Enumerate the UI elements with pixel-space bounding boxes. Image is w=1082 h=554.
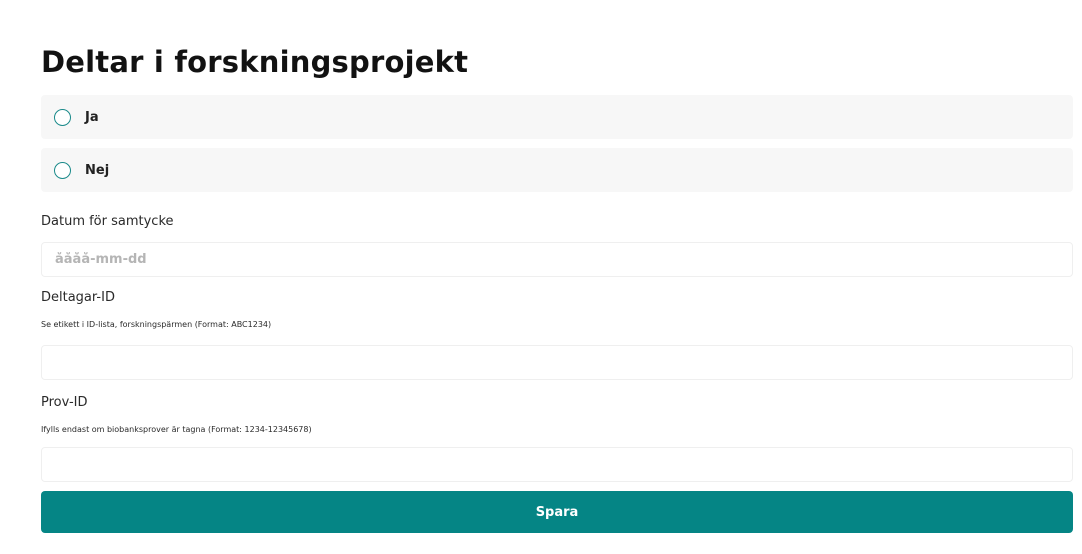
radio-button-nej[interactable]: [54, 161, 71, 179]
form-page: Deltar i forskningsprojekt Ja Nej Datum …: [0, 0, 1082, 554]
participant-id-label: Deltagar-ID: [41, 290, 115, 305]
radio-option-ja[interactable]: Ja: [41, 95, 1073, 139]
radio-button-ja[interactable]: [54, 108, 71, 126]
consent-date-input[interactable]: [41, 242, 1073, 277]
sample-id-input[interactable]: [41, 447, 1073, 482]
participant-id-input[interactable]: [41, 345, 1073, 380]
page-title: Deltar i forskningsprojekt: [41, 45, 469, 79]
consent-date-label: Datum för samtycke: [41, 214, 174, 229]
radio-label-nej: Nej: [85, 162, 110, 178]
radio-label-ja: Ja: [85, 109, 99, 125]
radio-option-nej[interactable]: Nej: [41, 148, 1073, 192]
sample-id-hint: Ifylls endast om biobanksprover är tagna…: [41, 425, 312, 434]
save-button[interactable]: Spara: [41, 491, 1073, 533]
participant-id-hint: Se etikett i ID-lista, forskningspärmen …: [41, 320, 272, 329]
sample-id-label: Prov-ID: [41, 395, 88, 410]
